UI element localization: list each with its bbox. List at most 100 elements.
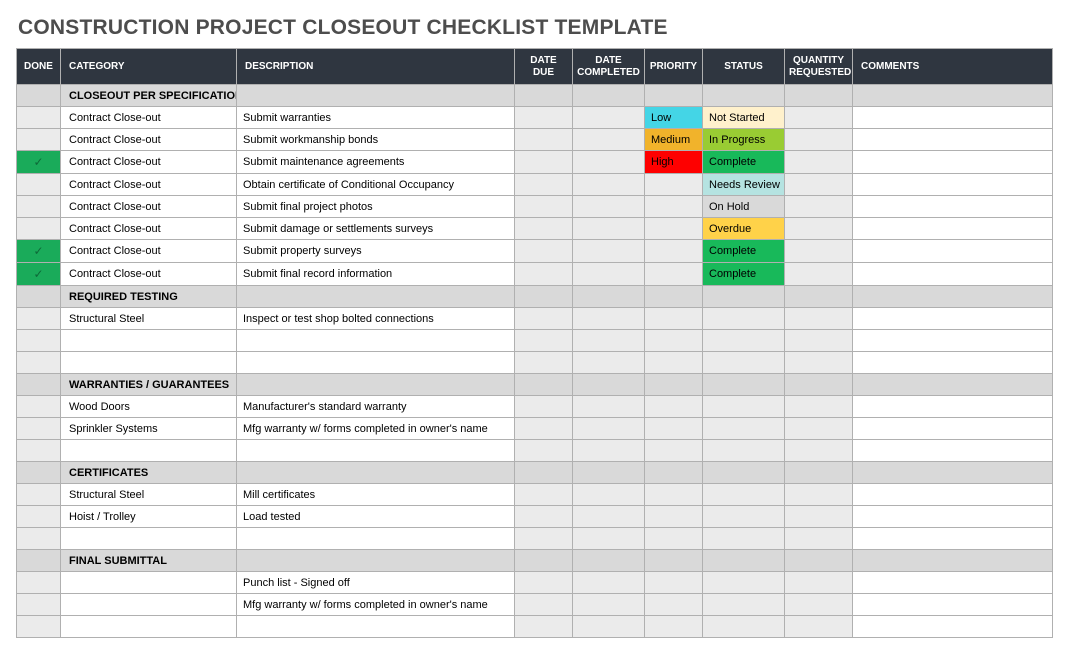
- description-cell[interactable]: [237, 528, 515, 550]
- quantity-cell[interactable]: [785, 616, 853, 638]
- status-cell[interactable]: Complete: [703, 151, 785, 174]
- priority-cell[interactable]: [645, 396, 703, 418]
- date-due-cell[interactable]: [515, 352, 573, 374]
- priority-cell[interactable]: [645, 616, 703, 638]
- description-cell[interactable]: Load tested: [237, 506, 515, 528]
- status-cell[interactable]: On Hold: [703, 196, 785, 218]
- comments-cell[interactable]: [853, 418, 1053, 440]
- date-due-cell[interactable]: [515, 263, 573, 286]
- description-cell[interactable]: Inspect or test shop bolted connections: [237, 308, 515, 330]
- date-completed-cell[interactable]: [573, 263, 645, 286]
- comments-cell[interactable]: [853, 240, 1053, 263]
- priority-cell[interactable]: [645, 418, 703, 440]
- priority-cell[interactable]: [645, 528, 703, 550]
- priority-cell[interactable]: [645, 174, 703, 196]
- quantity-cell[interactable]: [785, 129, 853, 151]
- priority-cell[interactable]: [645, 506, 703, 528]
- date-completed-cell[interactable]: [573, 308, 645, 330]
- status-cell[interactable]: [703, 506, 785, 528]
- date-due-cell[interactable]: [515, 418, 573, 440]
- done-cell[interactable]: [17, 308, 61, 330]
- quantity-cell[interactable]: [785, 484, 853, 506]
- status-cell[interactable]: [703, 484, 785, 506]
- description-cell[interactable]: Submit damage or settlements surveys: [237, 218, 515, 240]
- description-cell[interactable]: [237, 440, 515, 462]
- description-cell[interactable]: Mfg warranty w/ forms completed in owner…: [237, 418, 515, 440]
- priority-cell[interactable]: [645, 352, 703, 374]
- category-cell[interactable]: Contract Close-out: [61, 240, 237, 263]
- done-cell[interactable]: [17, 440, 61, 462]
- comments-cell[interactable]: [853, 484, 1053, 506]
- status-cell[interactable]: [703, 440, 785, 462]
- date-completed-cell[interactable]: [573, 330, 645, 352]
- date-due-cell[interactable]: [515, 396, 573, 418]
- priority-cell[interactable]: [645, 308, 703, 330]
- category-cell[interactable]: [61, 440, 237, 462]
- comments-cell[interactable]: [853, 218, 1053, 240]
- date-due-cell[interactable]: [515, 330, 573, 352]
- description-cell[interactable]: [237, 352, 515, 374]
- status-cell[interactable]: In Progress: [703, 129, 785, 151]
- date-due-cell[interactable]: [515, 174, 573, 196]
- category-cell[interactable]: Hoist / Trolley: [61, 506, 237, 528]
- date-due-cell[interactable]: [515, 129, 573, 151]
- done-cell[interactable]: [17, 174, 61, 196]
- priority-cell[interactable]: Medium: [645, 129, 703, 151]
- date-due-cell[interactable]: [515, 107, 573, 129]
- category-cell[interactable]: Sprinkler Systems: [61, 418, 237, 440]
- description-cell[interactable]: Obtain certificate of Conditional Occupa…: [237, 174, 515, 196]
- category-cell[interactable]: [61, 330, 237, 352]
- quantity-cell[interactable]: [785, 196, 853, 218]
- comments-cell[interactable]: [853, 506, 1053, 528]
- quantity-cell[interactable]: [785, 330, 853, 352]
- status-cell[interactable]: [703, 616, 785, 638]
- date-due-cell[interactable]: [515, 572, 573, 594]
- comments-cell[interactable]: [853, 330, 1053, 352]
- date-due-cell[interactable]: [515, 528, 573, 550]
- status-cell[interactable]: Overdue: [703, 218, 785, 240]
- description-cell[interactable]: Submit final record information: [237, 263, 515, 286]
- comments-cell[interactable]: [853, 572, 1053, 594]
- date-due-cell[interactable]: [515, 594, 573, 616]
- comments-cell[interactable]: [853, 196, 1053, 218]
- date-due-cell[interactable]: [515, 616, 573, 638]
- date-completed-cell[interactable]: [573, 240, 645, 263]
- category-cell[interactable]: Contract Close-out: [61, 151, 237, 174]
- comments-cell[interactable]: [853, 352, 1053, 374]
- description-cell[interactable]: Manufacturer's standard warranty: [237, 396, 515, 418]
- category-cell[interactable]: Contract Close-out: [61, 263, 237, 286]
- date-due-cell[interactable]: [515, 196, 573, 218]
- description-cell[interactable]: [237, 330, 515, 352]
- date-completed-cell[interactable]: [573, 572, 645, 594]
- category-cell[interactable]: [61, 528, 237, 550]
- priority-cell[interactable]: [645, 440, 703, 462]
- comments-cell[interactable]: [853, 616, 1053, 638]
- quantity-cell[interactable]: [785, 240, 853, 263]
- done-cell[interactable]: [17, 396, 61, 418]
- category-cell[interactable]: [61, 594, 237, 616]
- priority-cell[interactable]: [645, 240, 703, 263]
- date-due-cell[interactable]: [515, 240, 573, 263]
- quantity-cell[interactable]: [785, 572, 853, 594]
- comments-cell[interactable]: [853, 263, 1053, 286]
- quantity-cell[interactable]: [785, 174, 853, 196]
- status-cell[interactable]: [703, 418, 785, 440]
- done-cell[interactable]: [17, 218, 61, 240]
- comments-cell[interactable]: [853, 151, 1053, 174]
- done-cell[interactable]: [17, 196, 61, 218]
- done-cell[interactable]: [17, 594, 61, 616]
- date-due-cell[interactable]: [515, 151, 573, 174]
- date-completed-cell[interactable]: [573, 174, 645, 196]
- date-completed-cell[interactable]: [573, 440, 645, 462]
- category-cell[interactable]: [61, 572, 237, 594]
- date-completed-cell[interactable]: [573, 151, 645, 174]
- quantity-cell[interactable]: [785, 151, 853, 174]
- comments-cell[interactable]: [853, 308, 1053, 330]
- status-cell[interactable]: Complete: [703, 240, 785, 263]
- category-cell[interactable]: Wood Doors: [61, 396, 237, 418]
- status-cell[interactable]: Complete: [703, 263, 785, 286]
- priority-cell[interactable]: [645, 218, 703, 240]
- done-cell[interactable]: [17, 352, 61, 374]
- done-cell[interactable]: [17, 330, 61, 352]
- date-completed-cell[interactable]: [573, 396, 645, 418]
